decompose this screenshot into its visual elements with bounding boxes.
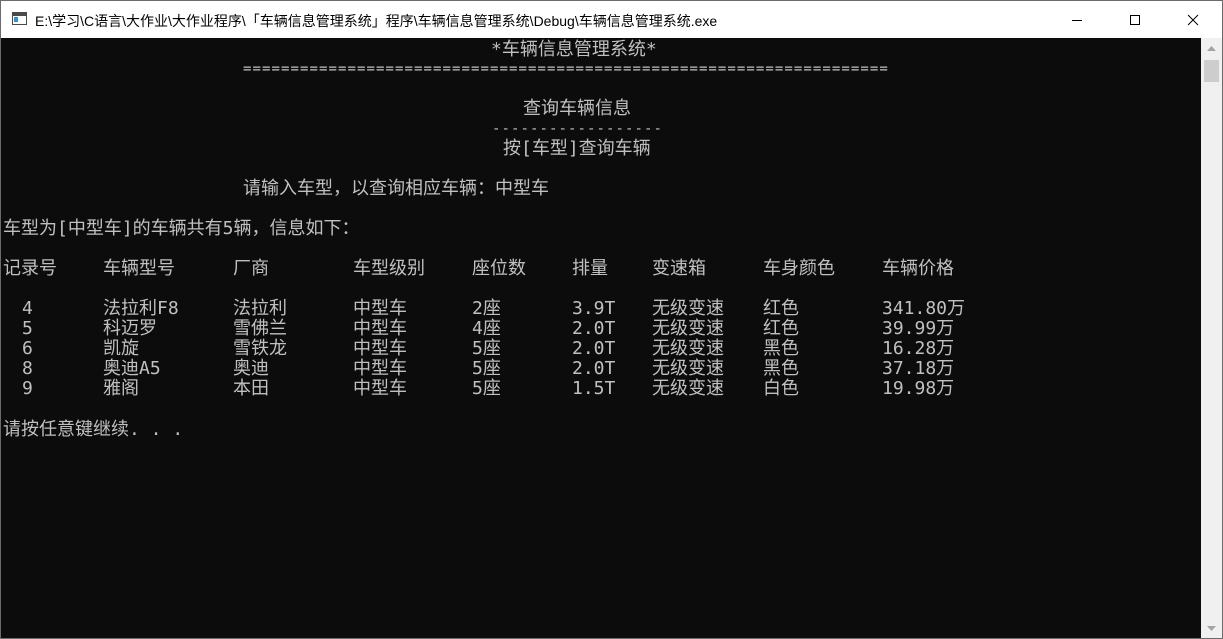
scroll-up-button[interactable] xyxy=(1201,38,1222,58)
header-record-no: 记录号 xyxy=(3,258,57,279)
header-color: 车身颜色 xyxy=(763,258,835,279)
cell-model: 法拉利F8 xyxy=(103,298,179,319)
cell-price: 341.80万 xyxy=(882,298,966,319)
cell-class: 中型车 xyxy=(353,358,407,379)
scroll-up-arrow-icon xyxy=(1207,45,1216,51)
input-prompt: 请输入车型，以查询相应车辆：中型车 xyxy=(243,178,549,199)
cell-record-no: 8 xyxy=(22,358,33,379)
cell-model: 科迈罗 xyxy=(103,318,157,339)
cell-color: 黑色 xyxy=(763,338,799,359)
console-app-icon xyxy=(12,12,27,25)
close-icon xyxy=(1187,14,1199,25)
cell-class: 中型车 xyxy=(353,318,407,339)
cell-seats: 5座 xyxy=(472,338,501,359)
cell-class: 中型车 xyxy=(353,378,407,399)
cell-gearbox: 无级变速 xyxy=(652,338,724,359)
cell-maker: 雪佛兰 xyxy=(233,318,287,339)
console-output[interactable]: *车辆信息管理系统* =============================… xyxy=(1,38,1201,638)
cell-color: 红色 xyxy=(763,318,799,339)
cell-color: 黑色 xyxy=(763,358,799,379)
vertical-scrollbar[interactable] xyxy=(1201,38,1222,638)
scroll-down-button[interactable] xyxy=(1201,618,1222,638)
cell-class: 中型车 xyxy=(353,298,407,319)
cell-seats: 4座 xyxy=(472,318,501,339)
cell-maker: 雪铁龙 xyxy=(233,338,287,359)
cell-model: 奥迪A5 xyxy=(103,358,161,379)
header-seats: 座位数 xyxy=(472,258,526,279)
header-title: *车辆信息管理系统* xyxy=(491,39,657,60)
cell-record-no: 4 xyxy=(22,298,33,319)
cell-gearbox: 无级变速 xyxy=(652,358,724,379)
cell-maker: 法拉利 xyxy=(233,298,287,319)
section-title: 查询车辆信息 xyxy=(523,98,631,119)
cell-seats: 5座 xyxy=(472,378,501,399)
cell-color: 红色 xyxy=(763,298,799,319)
cell-maker: 本田 xyxy=(233,378,269,399)
header-maker: 厂商 xyxy=(233,258,269,279)
cell-seats: 2座 xyxy=(472,298,501,319)
header-gearbox: 变速箱 xyxy=(652,258,706,279)
maximize-icon xyxy=(1130,14,1140,25)
cell-model: 雅阁 xyxy=(103,378,139,399)
cell-record-no: 6 xyxy=(22,338,33,359)
scroll-down-arrow-icon xyxy=(1207,625,1216,631)
cell-displacement: 2.0T xyxy=(572,338,616,359)
cell-price: 39.99万 xyxy=(882,318,955,339)
cell-gearbox: 无级变速 xyxy=(652,318,724,339)
cell-price: 16.28万 xyxy=(882,338,955,359)
title-bar[interactable]: E:\学习\C语言\大作业\大作业程序\「车辆信息管理系统」程序\车辆信息管理系… xyxy=(1,1,1222,38)
section-rule: ------------------ xyxy=(492,121,663,137)
cell-displacement: 2.0T xyxy=(572,358,616,379)
cell-maker: 奥迪 xyxy=(233,358,269,379)
cell-color: 白色 xyxy=(763,378,799,399)
cell-seats: 5座 xyxy=(472,358,501,379)
scroll-thumb[interactable] xyxy=(1204,60,1219,82)
header-rule: ========================================… xyxy=(243,61,889,77)
console-window: E:\学习\C语言\大作业\大作业程序\「车辆信息管理系统」程序\车辆信息管理系… xyxy=(0,0,1223,639)
cell-price: 19.98万 xyxy=(882,378,955,399)
header-class: 车型级别 xyxy=(353,258,425,279)
cell-price: 37.18万 xyxy=(882,358,955,379)
minimize-button[interactable] xyxy=(1048,1,1106,38)
cell-record-no: 9 xyxy=(22,378,33,399)
close-button[interactable] xyxy=(1164,1,1222,38)
header-price: 车辆价格 xyxy=(882,258,954,279)
minimize-icon xyxy=(1072,19,1082,21)
cell-displacement: 2.0T xyxy=(572,318,616,339)
maximize-button[interactable] xyxy=(1106,1,1164,38)
continue-prompt: 请按任意键继续. . . xyxy=(3,419,184,440)
result-summary: 车型为[中型车]的车辆共有5辆，信息如下： xyxy=(3,218,360,239)
cell-displacement: 3.9T xyxy=(572,298,616,319)
cell-class: 中型车 xyxy=(353,338,407,359)
cell-model: 凯旋 xyxy=(103,338,139,359)
header-displacement: 排量 xyxy=(572,258,608,279)
cell-record-no: 5 xyxy=(22,318,33,339)
header-model: 车辆型号 xyxy=(103,258,175,279)
sub-title: 按[车型]查询车辆 xyxy=(503,138,651,159)
cell-gearbox: 无级变速 xyxy=(652,298,724,319)
window-title: E:\学习\C语言\大作业\大作业程序\「车辆信息管理系统」程序\车辆信息管理系… xyxy=(35,13,718,29)
cell-gearbox: 无级变速 xyxy=(652,378,724,399)
cell-displacement: 1.5T xyxy=(572,378,616,399)
